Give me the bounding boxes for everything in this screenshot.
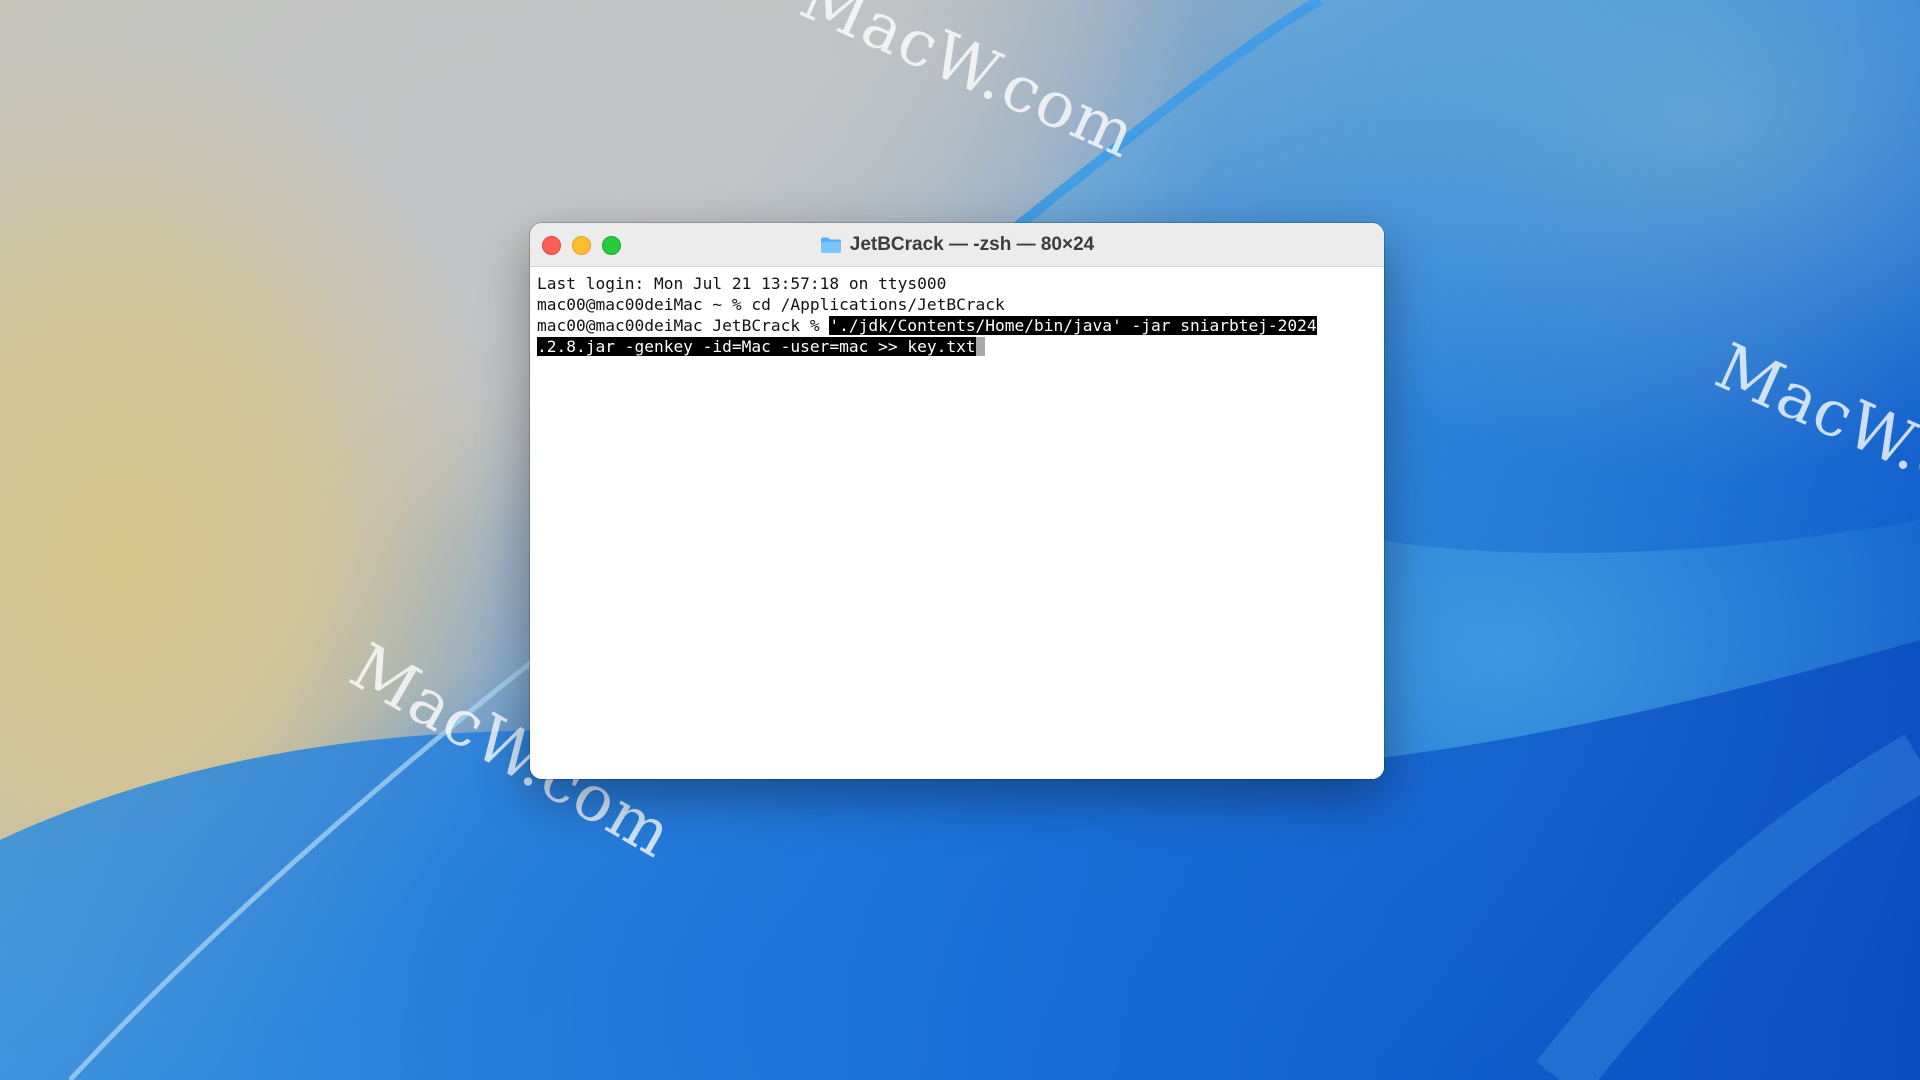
watermark-right: MacW.com: [1704, 330, 1920, 544]
last-login-text: Last login: Mon Jul 21 13:57:18 on ttys0…: [537, 274, 947, 293]
window-title: JetBCrack — -zsh — 80×24: [849, 233, 1095, 255]
folder-icon: [820, 236, 842, 254]
cd-command: cd /Applications/JetBCrack: [751, 295, 1005, 314]
shell-prompt: mac00@mac00deiMac ~ %: [537, 295, 752, 314]
terminal-line-cd: mac00@mac00deiMac ~ % cd /Applications/J…: [537, 294, 1384, 315]
terminal-window[interactable]: JetBCrack — -zsh — 80×24 Last login: Mon…: [530, 223, 1384, 779]
terminal-line-run-wrap: .2.8.jar -genkey -id=Mac -user=mac >> ke…: [537, 336, 1384, 357]
selected-command-part1[interactable]: './jdk/Contents/Home/bin/java' -jar snia…: [829, 316, 1317, 335]
selected-command-part2[interactable]: .2.8.jar -genkey -id=Mac -user=mac >> ke…: [537, 337, 976, 356]
shell-prompt: mac00@mac00deiMac JetBCrack %: [537, 316, 830, 335]
watermark-top: MacW.com: [789, 0, 1147, 174]
text-cursor: [975, 337, 985, 356]
window-title-group: JetBCrack — -zsh — 80×24: [530, 223, 1384, 266]
terminal-line-login: Last login: Mon Jul 21 13:57:18 on ttys0…: [537, 273, 1384, 294]
title-bar[interactable]: JetBCrack — -zsh — 80×24: [530, 223, 1384, 267]
terminal-output[interactable]: Last login: Mon Jul 21 13:57:18 on ttys0…: [530, 267, 1384, 779]
terminal-line-run: mac00@mac00deiMac JetBCrack % './jdk/Con…: [537, 315, 1384, 336]
